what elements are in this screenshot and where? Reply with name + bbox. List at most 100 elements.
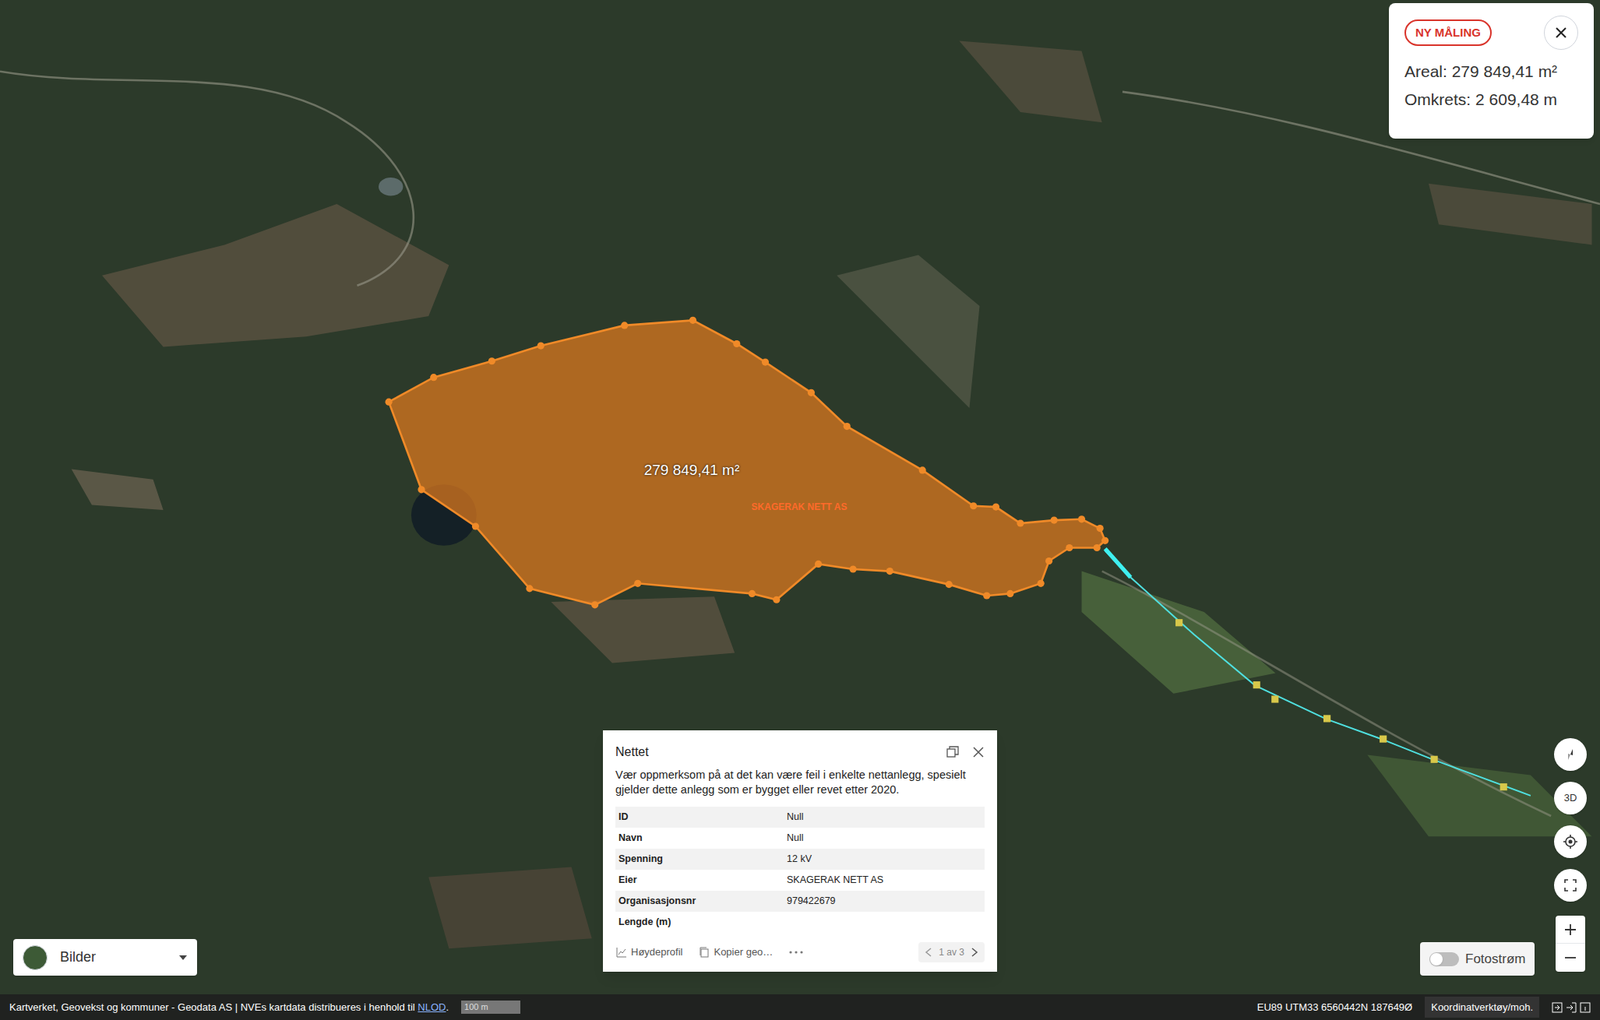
restore-window-icon[interactable]	[945, 745, 960, 760]
layer-thumbnail-icon	[22, 945, 48, 971]
vertex-handle[interactable]	[733, 340, 741, 348]
vertex-handle[interactable]	[620, 321, 628, 329]
attribute-table: IDNullNavnNullSpenning12 kVEierSKAGERAK …	[615, 807, 985, 934]
scale-bar: 100 m	[461, 1000, 521, 1015]
row-label: Organisasjonsnr	[615, 894, 784, 910]
vertex-handle[interactable]	[843, 422, 851, 430]
zoom-in-button[interactable]	[1555, 916, 1586, 945]
vertex-handle[interactable]	[761, 358, 769, 366]
close-icon[interactable]	[972, 746, 985, 759]
row-label: Spenning	[615, 852, 784, 867]
locate-button[interactable]	[1554, 825, 1587, 859]
vertex-handle[interactable]	[525, 585, 533, 593]
vertex-handle[interactable]	[537, 342, 545, 350]
area-reading: Areal: 279 849,41 m²	[1404, 59, 1579, 85]
attribution: Kartverket, Geovekst og kommuner - Geoda…	[9, 1000, 449, 1016]
row-value: Null	[783, 810, 985, 825]
layer-select[interactable]: Bilder	[13, 939, 198, 977]
minus-icon	[1564, 951, 1577, 965]
coordinates: EU89 UTM33 6560442N 187649Ø	[1257, 1000, 1413, 1016]
row-value: SKAGERAK NETT AS	[783, 873, 985, 889]
vertex-handle[interactable]	[689, 317, 697, 325]
owner-label: SKAGERAK NETT AS	[751, 500, 848, 515]
vertex-handle[interactable]	[1016, 519, 1024, 527]
row-label: Eier	[615, 873, 784, 889]
vertex-handle[interactable]	[1078, 515, 1086, 523]
compass-icon	[1563, 747, 1578, 762]
vertex-handle[interactable]	[1093, 544, 1101, 552]
vertex-handle[interactable]	[772, 596, 780, 604]
polygon-area-label: 279 849,41 m²	[644, 459, 741, 483]
photo-stream-toggle[interactable]: Fotostrøm	[1420, 942, 1535, 977]
table-row: Organisasjonsnr979422679	[615, 891, 985, 913]
table-row: Spenning12 kV	[615, 849, 985, 871]
dropdown-icon	[178, 955, 188, 962]
row-label: Lengde (m)	[615, 915, 784, 931]
map[interactable]: 279 849,41 m² SKAGERAK NETT AS NY MÅLING…	[0, 0, 1600, 1020]
status-bar: Kartverket, Geovekst og kommuner - Geoda…	[0, 994, 1600, 1020]
coordinate-tool-button[interactable]: Koordinatverktøy/moh.	[1424, 997, 1540, 1019]
copy-icon	[697, 946, 711, 959]
close-button[interactable]	[1543, 15, 1579, 50]
elevation-profile-button[interactable]: Høydeprofil	[615, 944, 683, 961]
close-icon	[1554, 25, 1569, 40]
new-measurement-button[interactable]: NY MÅLING	[1404, 19, 1492, 47]
measurement-panel: NY MÅLING Areal: 279 849,41 m² Omkrets: …	[1388, 3, 1594, 139]
vertex-handle[interactable]	[1006, 590, 1014, 598]
table-row: IDNull	[615, 807, 985, 829]
vertex-handle[interactable]	[1037, 580, 1045, 588]
map-controls: 3D	[1553, 738, 1588, 973]
export-icon[interactable]	[1551, 1002, 1563, 1014]
vertex-handle[interactable]	[748, 590, 756, 598]
panel-title: Nettet	[615, 743, 649, 762]
vertex-handle[interactable]	[919, 466, 927, 474]
vertex-handle[interactable]	[591, 601, 599, 609]
vertex-handle[interactable]	[417, 486, 425, 494]
row-label: ID	[615, 810, 784, 825]
compass-button[interactable]	[1554, 738, 1587, 772]
info-icon[interactable]	[1579, 1002, 1591, 1014]
fullscreen-icon	[1564, 879, 1577, 892]
vertex-handle[interactable]	[1045, 557, 1053, 565]
warning-text: Vær oppmerksom på at det kan være feil i…	[602, 768, 998, 808]
vertex-handle[interactable]	[1096, 525, 1104, 533]
more-icon[interactable]	[788, 950, 804, 956]
vertex-handle[interactable]	[1065, 544, 1073, 552]
locate-icon	[1562, 834, 1579, 850]
perimeter-reading: Omkrets: 2 609,48 m	[1404, 87, 1579, 113]
vertex-handle[interactable]	[849, 565, 857, 573]
vertex-handle[interactable]	[634, 580, 642, 588]
row-value: Null	[783, 831, 985, 846]
vertex-handle[interactable]	[807, 389, 815, 397]
vertex-handle[interactable]	[969, 502, 977, 510]
vertex-handle[interactable]	[488, 357, 496, 365]
vertex-handle[interactable]	[1050, 517, 1058, 525]
table-row: EierSKAGERAK NETT AS	[615, 870, 985, 892]
row-label: Navn	[615, 831, 784, 846]
toggle-track[interactable]	[1429, 952, 1460, 967]
chart-icon	[615, 946, 628, 959]
vertex-handle[interactable]	[1101, 537, 1109, 545]
copy-geometry-button[interactable]: Kopier geo…	[697, 944, 773, 961]
zoom-out-button[interactable]	[1555, 944, 1586, 973]
row-value: 12 kV	[783, 852, 985, 867]
row-value: 979422679	[783, 894, 985, 910]
previous-icon[interactable]	[924, 948, 933, 958]
next-icon[interactable]	[970, 948, 979, 958]
fullscreen-button[interactable]	[1554, 869, 1587, 903]
vertex-handle[interactable]	[429, 373, 438, 381]
vertex-handle[interactable]	[814, 560, 822, 568]
vertex-handle[interactable]	[886, 567, 894, 575]
3d-button[interactable]: 3D	[1554, 782, 1587, 815]
vertex-handle[interactable]	[472, 522, 480, 530]
nlod-link[interactable]: NLOD	[417, 1001, 446, 1014]
vertex-handle[interactable]	[945, 581, 953, 589]
vertex-handle[interactable]	[992, 503, 1000, 511]
login-icon[interactable]	[1565, 1002, 1577, 1014]
table-row: Lengde (m)	[615, 912, 985, 934]
pager: 1 av 3	[918, 942, 985, 963]
plus-icon	[1564, 923, 1577, 937]
table-row: NavnNull	[615, 828, 985, 850]
vertex-handle[interactable]	[385, 398, 393, 406]
vertex-handle[interactable]	[983, 592, 991, 600]
